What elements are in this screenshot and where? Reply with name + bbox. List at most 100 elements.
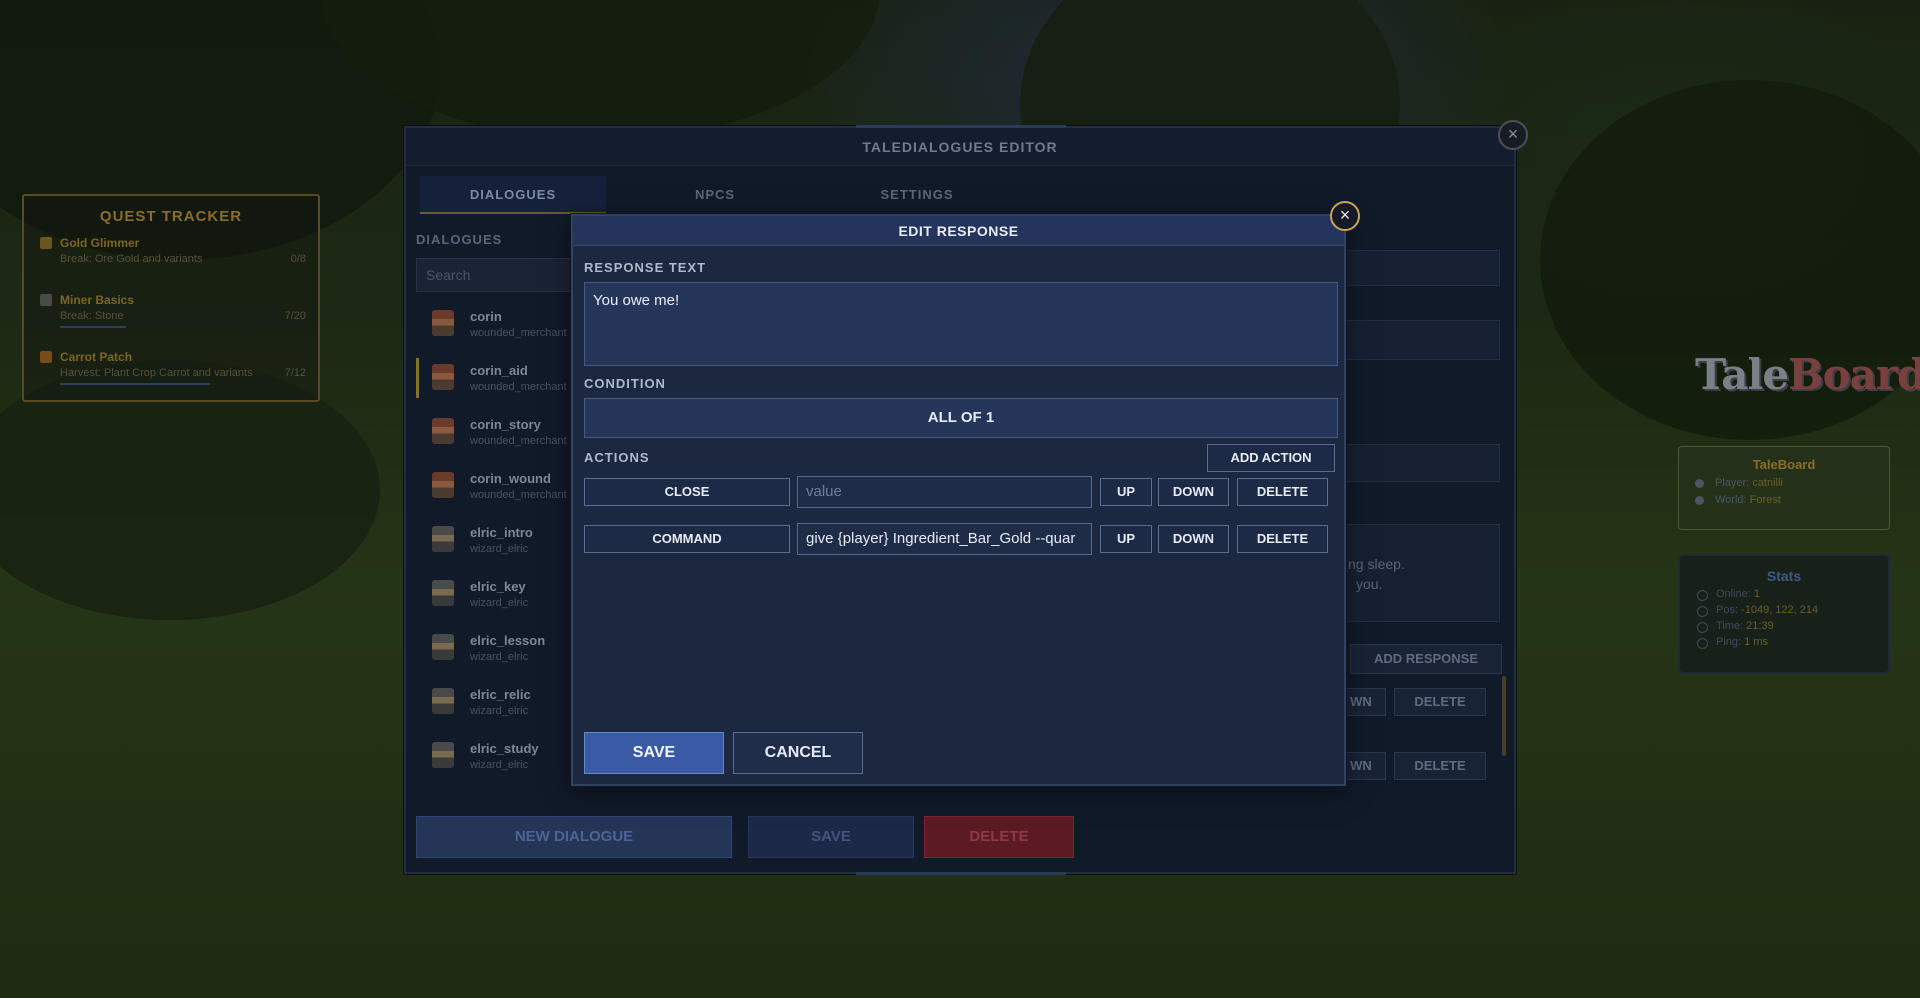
quest-tracker: QUEST TRACKER Gold Glimmer Break: Ore Go… (22, 194, 320, 402)
list-item[interactable]: corin_wound wounded_merchant (416, 460, 592, 514)
logo-text-b: Board (1788, 350, 1920, 399)
edit-response-modal: EDIT RESPONSE RESPONSE TEXT You owe me! … (571, 214, 1346, 786)
quest-name: Gold Glimmer (60, 236, 140, 250)
stat-pos-value: -1049, 122, 214 (1741, 604, 1819, 616)
move-up-button[interactable]: UP (1100, 525, 1152, 553)
stat-time-value: 21:39 (1746, 620, 1774, 632)
tab-dialogues[interactable]: DIALOGUES (420, 176, 606, 214)
response-preview-line: you. (1356, 576, 1383, 592)
action-type-select[interactable]: CLOSE (584, 478, 790, 506)
stat-online-value: 1 (1753, 588, 1761, 600)
world-row: World: Forest (1679, 494, 1889, 506)
dialogue-field[interactable] (1336, 444, 1500, 482)
player-row: Player: catnilli (1679, 477, 1889, 489)
editor-title: TALEDIALOGUES EDITOR (406, 128, 1514, 166)
stat-time-label: Time: (1716, 620, 1744, 632)
move-down-button[interactable]: DOWN (1158, 478, 1229, 506)
taleboard-logo: TaleBoard (1695, 350, 1920, 420)
move-down-button[interactable]: DOWN (1158, 525, 1229, 553)
add-response-button[interactable]: ADD RESPONSE (1350, 644, 1502, 674)
npc-avatar (432, 472, 454, 498)
stat-time: Time: 21:39 (1680, 620, 1888, 633)
list-item[interactable]: elric_study wizard_elric (416, 730, 592, 778)
stats-card: Stats Online: 1 Pos: -1049, 122, 214 Tim… (1678, 554, 1890, 674)
quest-tracker-title: QUEST TRACKER (99, 208, 243, 225)
stat-ping-value: 1 ms (1744, 636, 1768, 648)
tab-settings[interactable]: SETTINGS (824, 176, 1010, 214)
action-value-input[interactable]: value (797, 476, 1092, 508)
response-text-label: RESPONSE TEXT (584, 260, 707, 275)
quest-desc: Break: Ore Gold and variants (60, 253, 203, 265)
delete-action-button[interactable]: DELETE (1237, 525, 1328, 553)
delete-dialogue-button[interactable]: DELETE (924, 816, 1074, 858)
actions-label: ACTIONS (584, 450, 650, 465)
quest-item: Carrot Patch Harvest: Plant Crop Carrot … (36, 350, 306, 385)
close-icon: × (1507, 124, 1519, 144)
dialogue-field[interactable] (1336, 250, 1500, 286)
quest-desc: Harvest: Plant Crop Carrot and variants (60, 367, 253, 379)
action-type-select[interactable]: COMMAND (584, 525, 790, 553)
save-dialogue-button[interactable]: SAVE (748, 816, 914, 858)
tab-npcs[interactable]: NPCS (622, 176, 808, 214)
npc-avatar (432, 310, 454, 336)
cancel-button[interactable]: CANCEL (733, 732, 863, 774)
editor-close-button[interactable]: × (1498, 120, 1528, 150)
quest-item: Miner Basics Break: Stone 7/20 (36, 293, 306, 328)
condition-button[interactable]: ALL OF 1 (584, 398, 1338, 438)
quest-name: Miner Basics (60, 293, 135, 307)
scrollbar[interactable] (1502, 676, 1506, 756)
quest-desc-row: Break: Stone 7/20 (36, 310, 306, 322)
list-item[interactable]: elric_relic wizard_elric (416, 676, 592, 730)
quest-progress: 0/8 (290, 253, 306, 265)
stat-online: Online: 1 (1680, 588, 1888, 601)
taleboard-title: TaleBoard (1752, 457, 1816, 472)
editor-footer: NEW DIALOGUE SAVE DELETE (416, 816, 1074, 858)
quest-progress: 7/20 (284, 310, 306, 322)
list-item[interactable]: elric_intro wizard_elric (416, 514, 592, 568)
quest-desc-row: Break: Ore Gold and variants 0/8 (36, 253, 306, 265)
npc-avatar (432, 634, 454, 660)
list-item[interactable]: corin_aid wounded_merchant (416, 352, 592, 406)
delete-button[interactable]: DELETE (1394, 752, 1486, 780)
stats-title: Stats (1766, 568, 1802, 584)
stat-ping-label: Ping: (1716, 636, 1742, 648)
window-edge-ornament (856, 125, 1066, 128)
npc-avatar (432, 526, 454, 552)
list-item[interactable]: corin_story wounded_merchant (416, 406, 592, 460)
action-value-input[interactable]: give {player} Ingredient_Bar_Gold --quar (797, 523, 1092, 555)
quest-stone-icon (40, 294, 52, 306)
quest-carrot-icon (40, 351, 52, 363)
condition-label: CONDITION (584, 376, 666, 391)
npc-avatar (432, 742, 454, 768)
player-label: Player: (1715, 477, 1750, 489)
stat-online-label: Online: (1716, 588, 1751, 600)
close-icon: × (1339, 205, 1351, 225)
list-item[interactable]: elric_key wizard_elric (416, 568, 592, 622)
delete-action-button[interactable]: DELETE (1237, 478, 1328, 506)
save-button[interactable]: SAVE (584, 732, 724, 774)
stat-pos-label: Pos: (1716, 604, 1739, 616)
new-dialogue-button[interactable]: NEW DIALOGUE (416, 816, 732, 858)
taleboard-card: TaleBoard Player: catnilli World: Forest (1678, 446, 1890, 530)
window-edge-ornament (856, 872, 1066, 875)
move-up-button[interactable]: UP (1100, 478, 1152, 506)
add-action-button[interactable]: ADD ACTION (1207, 444, 1335, 472)
search-input[interactable]: Search (416, 258, 592, 292)
quest-name: Carrot Patch (60, 350, 133, 364)
list-item[interactable]: corin wounded_merchant (416, 298, 592, 352)
modal-title: EDIT RESPONSE (573, 216, 1344, 246)
quest-item: Gold Glimmer Break: Ore Gold and variant… (36, 236, 306, 265)
npc-avatar (432, 688, 454, 714)
player-name: catnilli (1752, 477, 1783, 489)
quest-ore-icon (40, 237, 52, 249)
delete-button[interactable]: DELETE (1394, 688, 1486, 716)
dialogue-field[interactable] (1336, 320, 1500, 360)
world-label: World: (1715, 494, 1747, 506)
sidebar-heading: DIALOGUES (416, 232, 503, 247)
response-text-input[interactable]: You owe me! (584, 282, 1338, 366)
npc-avatar (432, 364, 454, 390)
logo-text-a: Tale (1695, 350, 1789, 399)
quest-progress-bar (60, 326, 126, 328)
modal-close-button[interactable]: × (1330, 201, 1360, 231)
list-item[interactable]: elric_lesson wizard_elric (416, 622, 592, 676)
